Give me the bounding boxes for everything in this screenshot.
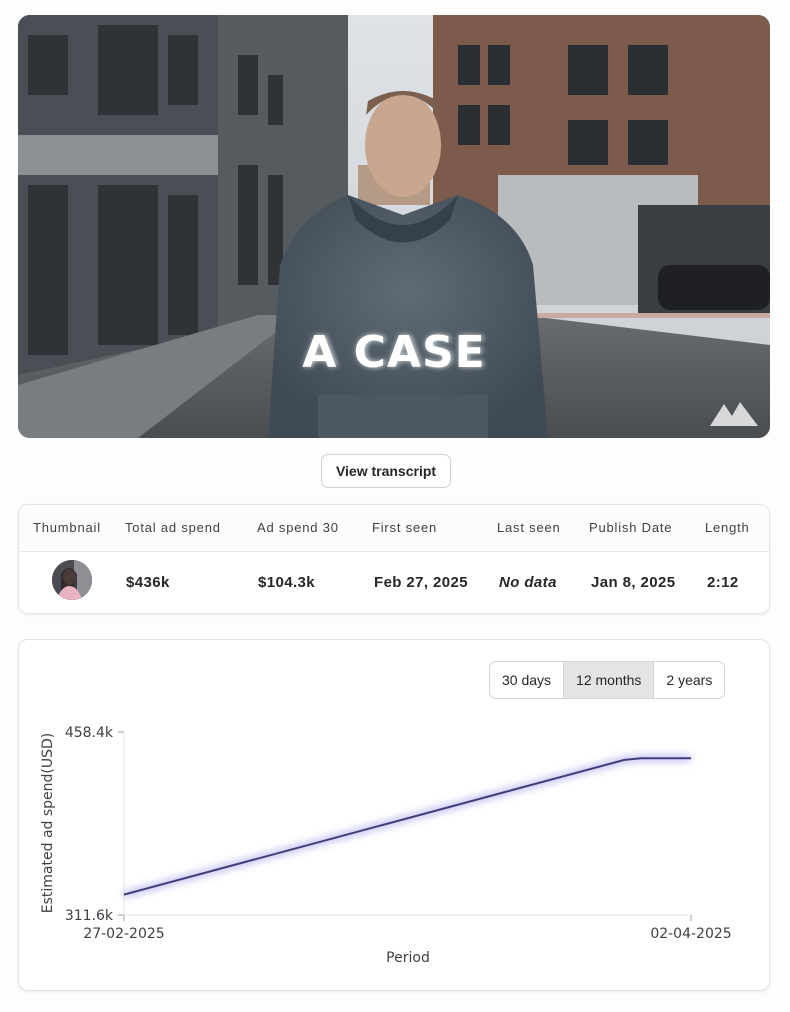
header-first-seen: First seen — [372, 520, 438, 535]
y-tick-label-max: 458.4k — [65, 725, 114, 741]
last-seen-value: No data — [499, 574, 557, 591]
first-seen-value: Feb 27, 2025 — [374, 574, 469, 591]
total-ad-spend-value: $436k — [126, 574, 170, 591]
header-total-ad-spend: Total ad spend — [125, 520, 221, 535]
publish-date-value: Jan 8, 2025 — [591, 574, 676, 591]
x-tick-label-start: 27-02-2025 — [83, 926, 164, 942]
video-overlay-caption: A CASE — [302, 327, 486, 378]
header-length: Length — [705, 520, 750, 535]
ad-spend-chart-card: 30 days 12 months 2 years 458.4k 311.6k … — [18, 639, 770, 991]
table-row: $436k $104.3k Feb 27, 2025 No data Jan 8… — [19, 552, 769, 613]
header-thumbnail: Thumbnail — [33, 520, 101, 535]
x-axis-title: Period — [386, 950, 430, 966]
ad-spend-line-chart: 458.4k 311.6k 27-02-2025 02-04-2025 Peri… — [40, 725, 732, 966]
view-transcript-button[interactable]: View transcript — [321, 454, 451, 488]
ad-spend-30-value: $104.3k — [258, 574, 316, 591]
video-player[interactable]: A CASE — [18, 15, 770, 438]
header-publish-date: Publish Date — [589, 520, 673, 535]
table-header: Thumbnail Total ad spend Ad spend 30 Fir… — [19, 505, 769, 552]
series-line-glow — [123, 755, 691, 898]
length-value: 2:12 — [707, 574, 739, 591]
avatar-thumbnail[interactable] — [52, 560, 92, 600]
ad-stats-table: Thumbnail Total ad spend Ad spend 30 Fir… — [18, 504, 770, 614]
x-tick-label-end: 02-04-2025 — [650, 926, 731, 942]
y-axis-title: Estimated ad spend(USD) — [40, 733, 56, 913]
series-layer — [123, 755, 691, 898]
header-last-seen: Last seen — [497, 520, 561, 535]
mountain-logo-icon — [710, 402, 758, 426]
header-ad-spend-30: Ad spend 30 — [257, 520, 339, 535]
y-tick-label-min: 311.6k — [65, 908, 114, 924]
